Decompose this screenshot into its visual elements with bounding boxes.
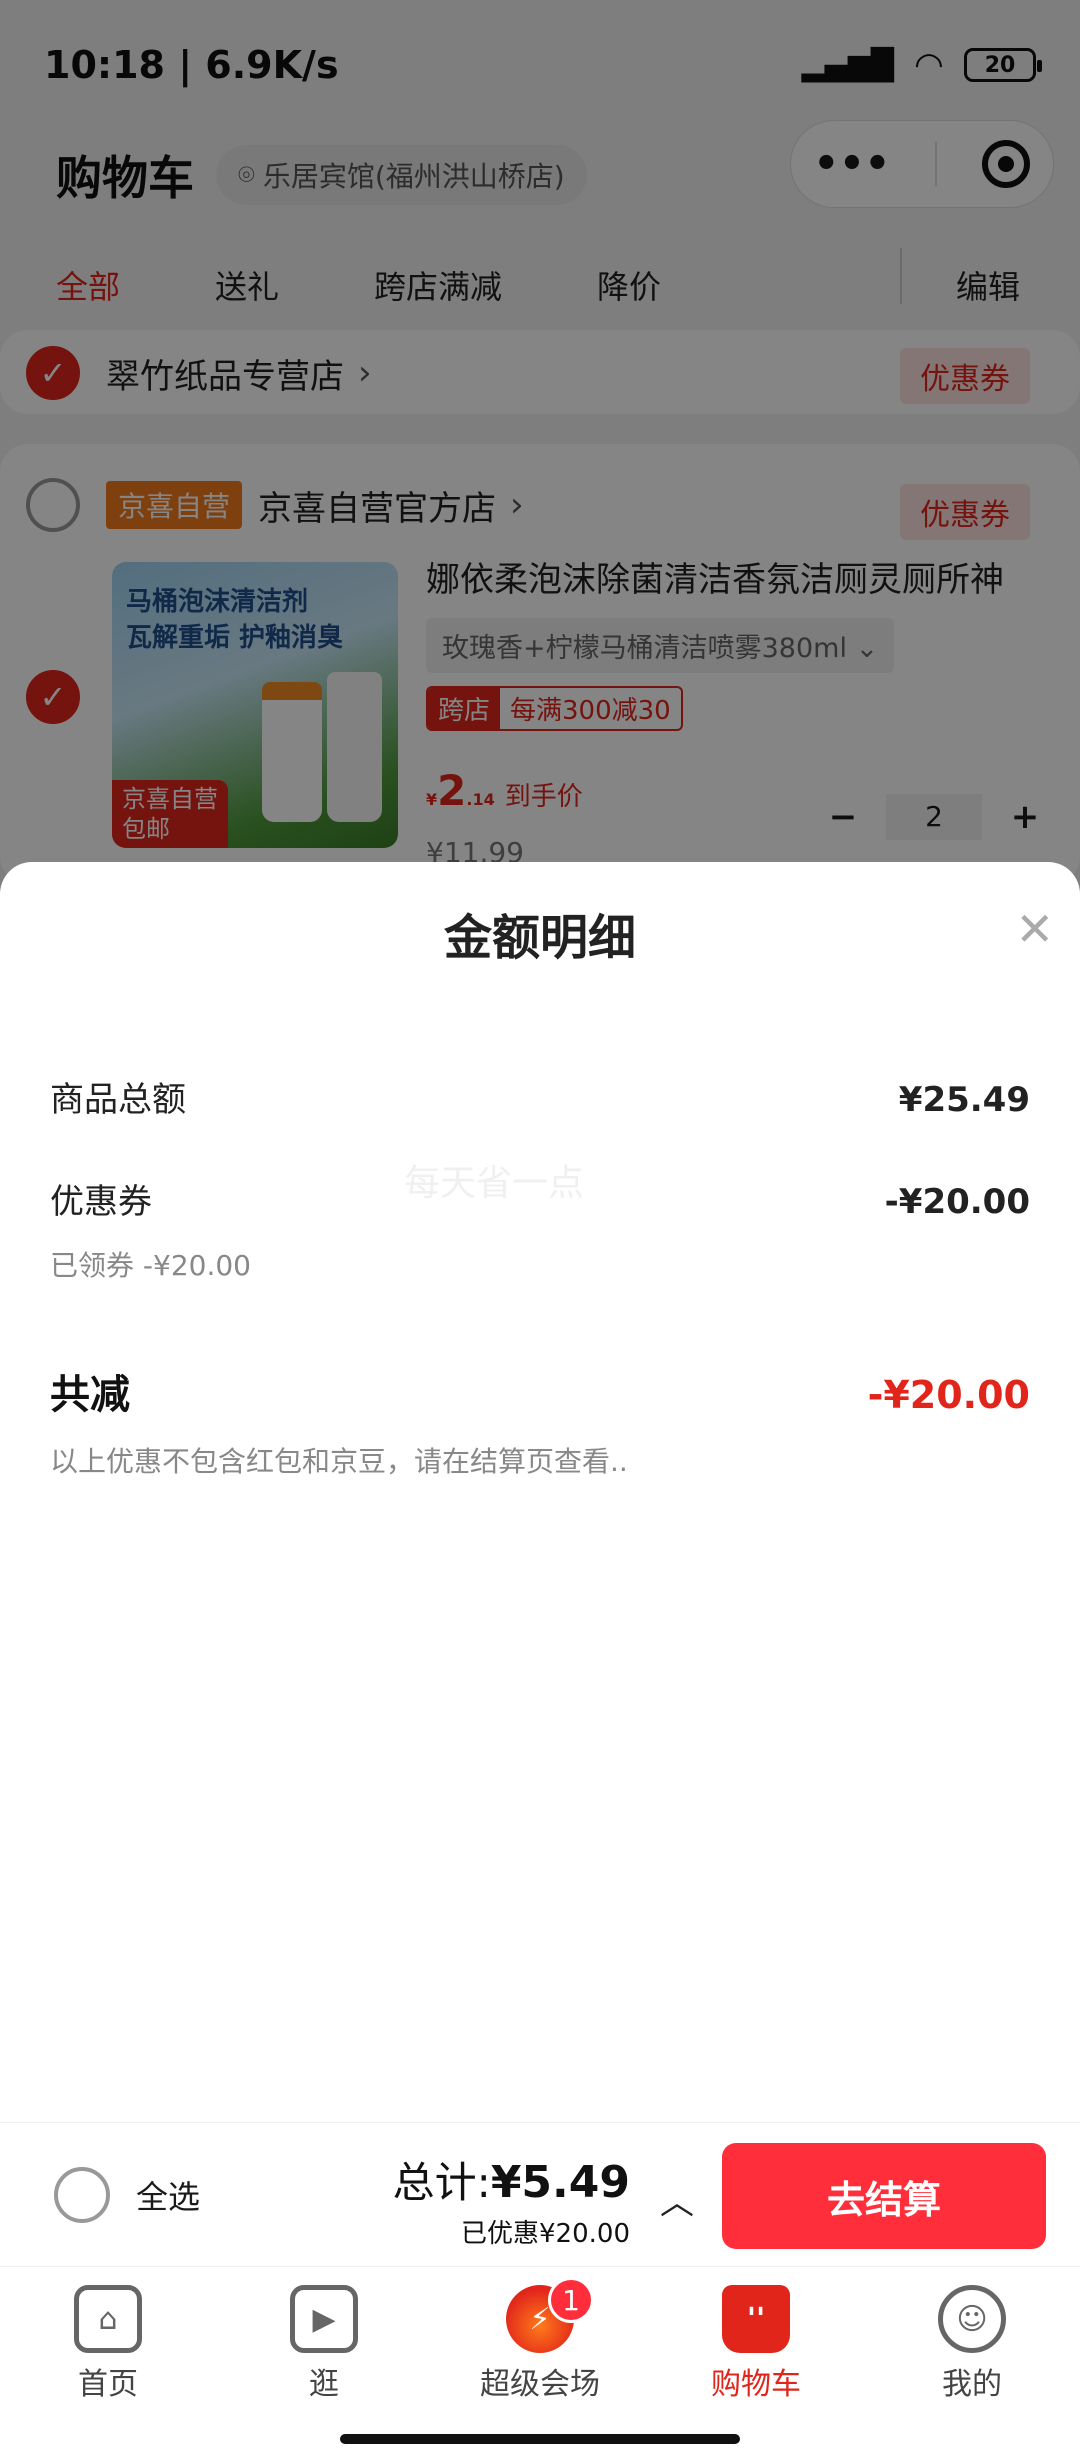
total-prefix: 总计: (392, 2158, 491, 2207)
bottom-tabbar: ⌂ 首页 ▶ 逛 ⚡ 1 超级会场 '' 购物车 ☺ 我的 (0, 2266, 1080, 2460)
coupon-row: 优惠券 -¥20.00 (50, 1174, 1030, 1223)
coupon-label: 优惠券 (50, 1182, 152, 1222)
items-total-row: 商品总额 ¥25.49 (50, 1072, 1030, 1121)
tab-label: 首页 (78, 2367, 138, 2402)
smile-icon: ☺ (938, 2285, 1006, 2353)
tab-super-venue[interactable]: ⚡ 1 超级会场 (432, 2267, 648, 2460)
tab-label: 我的 (942, 2367, 1002, 2402)
tab-label: 逛 (309, 2367, 339, 2402)
saved-prefix: 已优惠 (461, 2219, 540, 2249)
checkout-button[interactable]: 去结算 (722, 2143, 1046, 2249)
chevron-up-icon[interactable]: ︿ (660, 2175, 694, 2224)
coupon-note: 已领券 -¥20.00 (50, 1249, 251, 1282)
checkout-bar: 全选 总计:¥5.49 已优惠¥20.00 ︿ 去结算 (0, 2122, 1080, 2266)
select-all-label: 全选 (136, 2178, 201, 2216)
total-discount-row: 共减 -¥20.00 (50, 1362, 1030, 1420)
tab-label: 购物车 (711, 2367, 801, 2402)
discount-footnote: 以上优惠不包含红包和京豆，请在结算页查看.. (50, 1445, 628, 1478)
saved-value: ¥20.00 (539, 2219, 630, 2249)
select-all[interactable]: 全选 (54, 2167, 200, 2223)
tab-label: 超级会场 (480, 2367, 600, 2402)
saved-line: 已优惠¥20.00 (461, 2213, 630, 2250)
select-all-checkbox[interactable] (54, 2167, 110, 2223)
items-total-label: 商品总额 (50, 1080, 186, 1120)
total-discount-label: 共减 (50, 1372, 130, 1418)
sheet-title: 金额明细 (443, 910, 636, 966)
home-indicator (340, 2434, 740, 2444)
tab-mine[interactable]: ☺ 我的 (864, 2267, 1080, 2460)
tab-cart[interactable]: '' 购物车 (648, 2267, 864, 2460)
items-total-value: ¥25.49 (898, 1080, 1030, 1120)
total-value: ¥5.49 (490, 2157, 630, 2208)
coupon-value: -¥20.00 (884, 1182, 1030, 1222)
total-discount-value: -¥20.00 (867, 1373, 1030, 1417)
video-icon: ▶ (290, 2285, 358, 2353)
home-icon: ⌂ (74, 2285, 142, 2353)
notification-badge: 1 (548, 2277, 594, 2323)
tab-browse[interactable]: ▶ 逛 (216, 2267, 432, 2460)
close-icon[interactable]: ✕ (1015, 902, 1054, 956)
total-line: 总计:¥5.49 (393, 2149, 630, 2210)
cart-icon: '' (722, 2285, 790, 2353)
tab-home[interactable]: ⌂ 首页 (0, 2267, 216, 2460)
